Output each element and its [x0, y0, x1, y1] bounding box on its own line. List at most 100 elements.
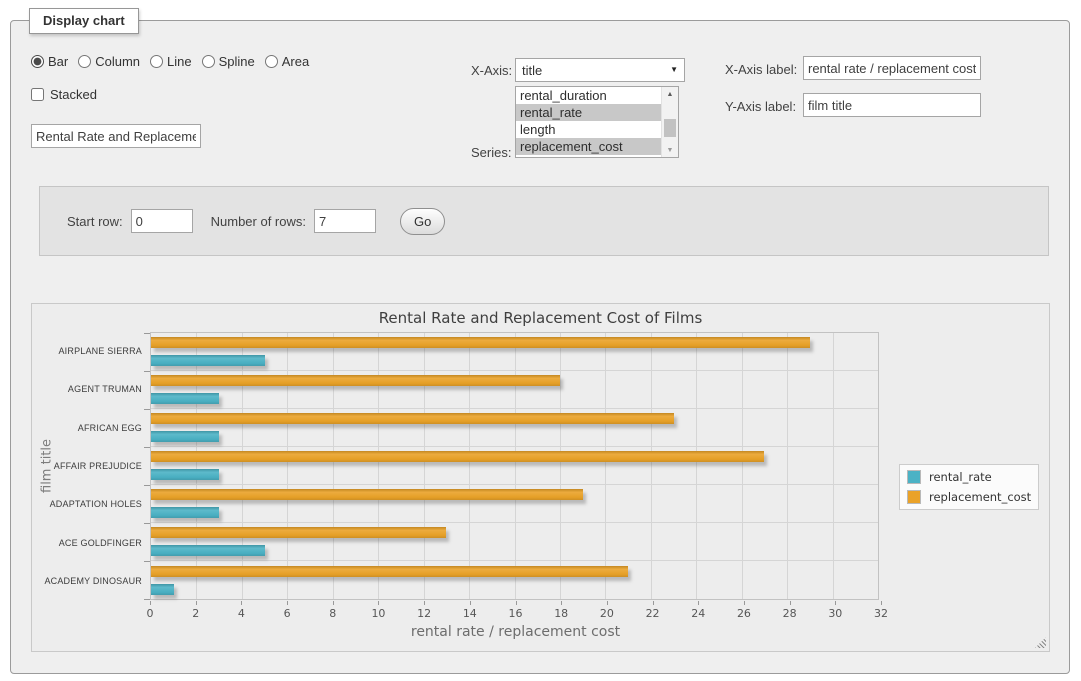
- series-option-replacement_cost[interactable]: replacement_cost: [516, 138, 661, 155]
- x-tick-mark: [424, 601, 425, 605]
- chart-legend: rental_rate replacement_cost: [899, 464, 1039, 510]
- legend-label: rental_rate: [929, 470, 992, 484]
- legend-swatch: [907, 490, 921, 504]
- go-button[interactable]: Go: [400, 208, 445, 235]
- scroll-up-icon[interactable]: ▲: [662, 87, 678, 101]
- y-axis-label-input[interactable]: [803, 93, 981, 117]
- series-option-rental_rate[interactable]: rental_rate: [516, 104, 661, 121]
- num-rows-label: Number of rows:: [211, 214, 306, 229]
- scrollbar-thumb[interactable]: [664, 119, 676, 137]
- series-listbox-options: rental_durationrental_ratelengthreplacem…: [516, 87, 661, 157]
- chart-container: Rental Rate and Replacement Cost of Film…: [31, 303, 1050, 652]
- xaxis-select[interactable]: title ▼: [515, 58, 685, 82]
- chart-type-radio-area[interactable]: [265, 55, 278, 68]
- panel-title: Display chart: [29, 8, 139, 34]
- bar-group: [151, 409, 878, 447]
- stacked-checkbox[interactable]: [31, 88, 44, 101]
- chart-type-line[interactable]: Line: [150, 54, 192, 69]
- bar-rental_rate: [151, 355, 265, 366]
- x-tick-label: 0: [147, 607, 154, 620]
- x-tick-mark: [196, 601, 197, 605]
- x-tick-label: 22: [646, 607, 660, 620]
- scroll-down-icon[interactable]: ▼: [662, 143, 678, 157]
- bar-group: [151, 561, 878, 599]
- x-tick-label: 6: [284, 607, 291, 620]
- y-tick-mark: [144, 561, 150, 562]
- bar-replacement_cost: [151, 489, 583, 500]
- bar-group: [151, 371, 878, 409]
- chart-type-column[interactable]: Column: [78, 54, 140, 69]
- bar-replacement_cost: [151, 375, 560, 386]
- stacked-option[interactable]: Stacked: [31, 87, 97, 102]
- bar-rental_rate: [151, 469, 219, 480]
- bar-rental_rate: [151, 584, 174, 595]
- x-axis-label-input[interactable]: [803, 56, 981, 80]
- y-category-label: AFFAIR PREJUDICE: [32, 447, 142, 485]
- x-tick-label: 14: [463, 607, 477, 620]
- x-tick-mark: [470, 601, 471, 605]
- x-tick-mark: [744, 601, 745, 605]
- bar-replacement_cost: [151, 451, 764, 462]
- start-row-label: Start row:: [67, 214, 123, 229]
- chart-type-label: Area: [282, 54, 309, 69]
- x-tick-mark: [835, 601, 836, 605]
- y-tick-mark: [144, 523, 150, 524]
- chart-type-area[interactable]: Area: [265, 54, 309, 69]
- x-tick-mark: [516, 601, 517, 605]
- display-chart-panel: Display chart BarColumnLineSplineArea St…: [10, 20, 1070, 674]
- x-tick-mark: [241, 601, 242, 605]
- y-tick-mark: [144, 599, 150, 600]
- series-option-rental_duration[interactable]: rental_duration: [516, 87, 661, 104]
- bar-replacement_cost: [151, 413, 674, 424]
- listbox-scrollbar[interactable]: ▲ ▼: [661, 87, 678, 157]
- plot-rows: [151, 333, 878, 599]
- stacked-label: Stacked: [50, 87, 97, 102]
- x-tick-label: 8: [329, 607, 336, 620]
- x-tick-label: 10: [371, 607, 385, 620]
- x-tick-mark: [333, 601, 334, 605]
- chart-type-spline[interactable]: Spline: [202, 54, 255, 69]
- chart-type-radio-column[interactable]: [78, 55, 91, 68]
- chart-type-radio-line[interactable]: [150, 55, 163, 68]
- x-axis-ticks: 02468101214161820222426283032: [150, 601, 881, 623]
- x-tick-label: 4: [238, 607, 245, 620]
- x-tick-mark: [653, 601, 654, 605]
- y-tick-mark: [144, 371, 150, 372]
- num-rows-input[interactable]: [314, 209, 376, 233]
- chart-type-label: Bar: [48, 54, 68, 69]
- bar-group: [151, 523, 878, 561]
- series-option-length[interactable]: length: [516, 121, 661, 138]
- legend-label: replacement_cost: [929, 490, 1031, 504]
- x-tick-mark: [287, 601, 288, 605]
- x-tick-label: 28: [783, 607, 797, 620]
- legend-swatch: [907, 470, 921, 484]
- x-tick-label: 18: [554, 607, 568, 620]
- chart-type-label: Spline: [219, 54, 255, 69]
- series-listbox[interactable]: rental_durationrental_ratelengthreplacem…: [515, 86, 679, 158]
- chart-type-radio-bar[interactable]: [31, 55, 44, 68]
- y-tick-mark: [144, 333, 150, 334]
- chevron-down-icon: ▼: [670, 66, 678, 74]
- bar-replacement_cost: [151, 527, 446, 538]
- x-tick-label: 16: [509, 607, 523, 620]
- y-category-label: ADAPTATION HOLES: [32, 485, 142, 523]
- y-category-labels: AIRPLANE SIERRAAGENT TRUMANAFRICAN EGGAF…: [32, 332, 142, 600]
- bar-replacement_cost: [151, 566, 628, 577]
- x-tick-label: 30: [828, 607, 842, 620]
- x-tick-mark: [150, 601, 151, 605]
- chart-resize-handle[interactable]: [1035, 637, 1046, 648]
- chart-title-input[interactable]: [31, 124, 201, 148]
- x-axis-title: rental rate / replacement cost: [150, 624, 881, 640]
- chart-type-radio-spline[interactable]: [202, 55, 215, 68]
- y-category-label: AIRPLANE SIERRA: [32, 332, 142, 370]
- x-tick-mark: [378, 601, 379, 605]
- chart-title: Rental Rate and Replacement Cost of Film…: [32, 309, 1049, 327]
- y-tick-mark: [144, 409, 150, 410]
- start-row-input[interactable]: [131, 209, 193, 233]
- y-category-label: ACE GOLDFINGER: [32, 523, 142, 561]
- row-controls: Start row: Number of rows: Go: [39, 186, 1049, 256]
- bar-group: [151, 447, 878, 485]
- chart-type-label: Line: [167, 54, 192, 69]
- legend-entry: rental_rate: [907, 470, 1031, 484]
- chart-type-bar[interactable]: Bar: [31, 54, 68, 69]
